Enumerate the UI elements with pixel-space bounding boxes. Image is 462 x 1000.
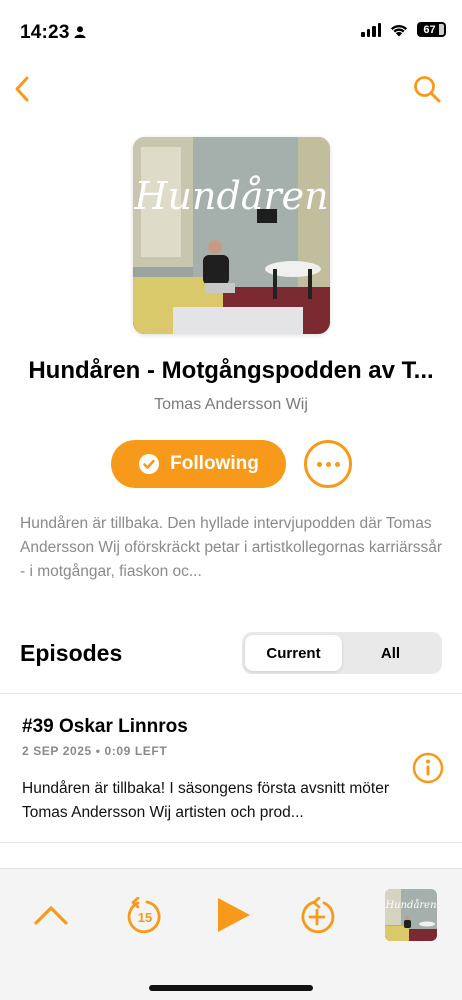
filter-all[interactable]: All [342, 635, 439, 671]
home-indicator[interactable] [149, 985, 313, 991]
person-icon [74, 26, 86, 38]
skip-back-button[interactable]: 15 [126, 897, 164, 935]
podcast-title: Hundåren - Motgångspodden av T... [28, 357, 434, 384]
filter-current[interactable]: Current [245, 635, 342, 671]
play-button[interactable] [215, 895, 253, 935]
podcast-artwork: Hundåren [133, 137, 330, 334]
episode-filter-segmented-control[interactable]: Current All [242, 632, 442, 674]
info-icon[interactable] [412, 752, 444, 784]
artwork-title: Hundåren [133, 174, 328, 218]
episodes-header: Episodes [20, 640, 123, 666]
chevron-up-icon[interactable] [33, 903, 69, 927]
now-playing-artwork[interactable]: Hundåren [385, 889, 437, 941]
search-icon[interactable] [412, 74, 442, 104]
podcast-description[interactable]: Hundåren är tillbaka. Den hyllade interv… [20, 512, 446, 584]
battery-icon: 67 [417, 22, 446, 37]
ellipsis-icon [316, 461, 322, 467]
back-chevron-icon[interactable] [8, 72, 38, 106]
wifi-icon [390, 24, 408, 37]
add-to-queue-button[interactable] [298, 897, 336, 935]
divider [0, 842, 462, 843]
status-bar: 14:23 67 [0, 0, 462, 62]
skip-back-seconds: 15 [138, 910, 152, 925]
episode-meta: 2 SEP 2025 • 0:09 LEFT [22, 744, 168, 758]
podcast-author[interactable]: Tomas Andersson Wij [0, 396, 462, 414]
episode-title[interactable]: #39 Oskar Linnros [22, 716, 188, 738]
following-button[interactable]: Following [111, 440, 286, 488]
following-label: Following [170, 453, 259, 474]
divider [0, 693, 462, 694]
signal-icon [361, 22, 381, 37]
mini-player[interactable]: 15 Hundåren [0, 868, 462, 1000]
status-time: 14:23 [20, 22, 70, 43]
status-icons: 67 [361, 22, 446, 37]
checkmark-circle-icon [139, 454, 160, 474]
episode-description: Hundåren är tillbaka! I säsongens första… [22, 780, 390, 821]
battery-level: 67 [423, 23, 436, 36]
more-options-button[interactable] [304, 440, 352, 488]
mini-artwork-title: Hundåren [385, 899, 437, 911]
